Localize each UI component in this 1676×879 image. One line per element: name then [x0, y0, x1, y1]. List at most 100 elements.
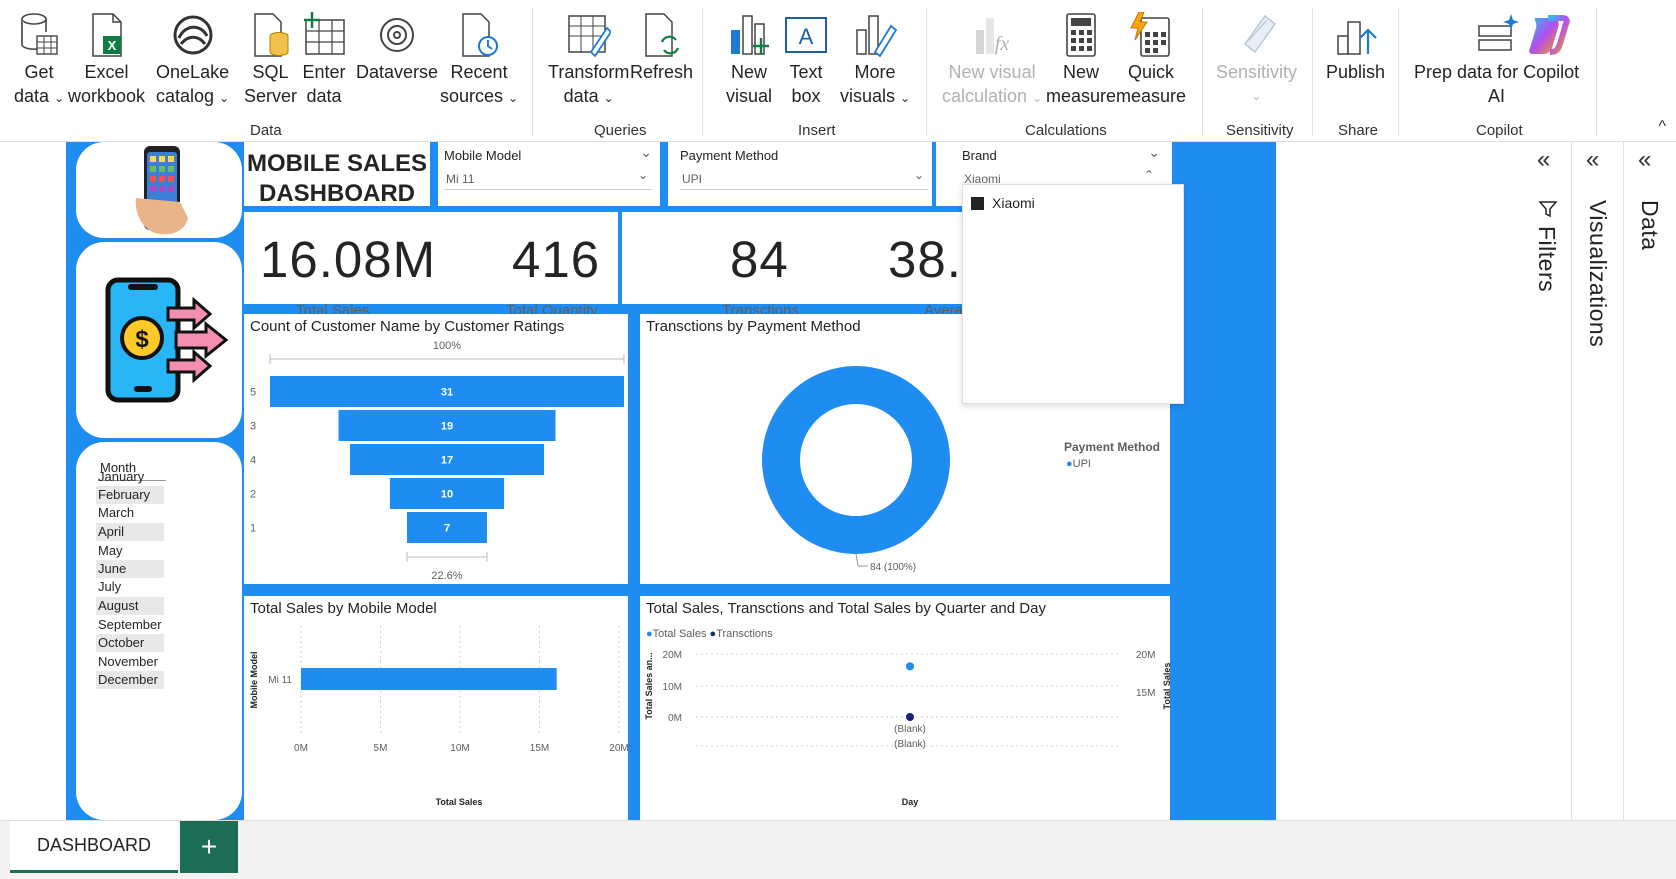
mobile-model-dropdown[interactable]: Mi 11 ⌄ [444, 166, 652, 190]
ribbon-separator [1596, 8, 1597, 136]
sql-label-2: Server [244, 86, 298, 106]
chevron-down-icon[interactable]: ⌄ [1148, 144, 1160, 161]
visual-calc-label-1: New visual [948, 62, 1036, 82]
recent-sources-button[interactable]: Recent sources ⌄ [440, 12, 518, 110]
month-item-december[interactable]: December [96, 671, 164, 689]
dashboard-page: $ Month January February March April May June… [66, 142, 1276, 820]
collapse-ribbon-button[interactable]: ^ [1658, 118, 1666, 136]
scatter-x-category: (Blank) [894, 739, 926, 750]
collapse-chevron-icon[interactable]: « [1586, 146, 1599, 174]
sensitivity-label: Sensitivity [1216, 62, 1298, 82]
checkbox-checked-icon[interactable] [971, 196, 984, 210]
phone-in-hand-image [135, 146, 188, 235]
text-box-button[interactable]: A Text box [784, 12, 828, 108]
excel-label-1: Excel [84, 62, 129, 82]
quick-measure-label-2: measure [1116, 86, 1187, 106]
month-item-may[interactable]: May [96, 542, 164, 560]
get-data-button[interactable]: Get data ⌄ [14, 12, 64, 110]
payment-method-dropdown[interactable]: UPI ⌄ [680, 166, 928, 190]
dataverse-icon [380, 18, 415, 52]
month-item-january[interactable]: January [96, 468, 164, 486]
bar-x-tick: 10M [450, 743, 469, 754]
bar-category-label: Mi 11 [268, 675, 292, 686]
sales-icon-tile: $ [76, 242, 242, 438]
chevron-down-icon: ⌄ [1251, 89, 1262, 103]
month-item-september[interactable]: September [96, 616, 164, 634]
scatter-chart-card[interactable]: Total Sales, Transctions and Total Sales… [640, 596, 1170, 820]
funnel-top-label: 100% [433, 340, 461, 352]
funnel-bottom-label: 22.6% [431, 570, 462, 582]
transform-data-button[interactable]: Transform data ⌄ [548, 12, 629, 110]
visualizations-pane[interactable]: « Visualizations [1571, 142, 1623, 820]
phone-image-tile [76, 142, 242, 238]
month-item-february[interactable]: February [96, 486, 164, 504]
payment-method-value: UPI [682, 172, 703, 186]
scatter-y-axis-label-left: Total Sales an... [644, 652, 654, 719]
donut-legend-item: ●UPI [1066, 458, 1091, 470]
group-label-queries: Queries [594, 122, 647, 139]
donut-leader-line [855, 553, 868, 567]
month-item-march[interactable]: March [96, 504, 164, 522]
scatter-y-axis-label-right: Total Sales [1162, 663, 1170, 710]
transform-data-icon [567, 15, 611, 58]
collapse-chevron-icon[interactable]: « [1638, 146, 1651, 174]
more-visuals-icon [856, 15, 898, 58]
recent-sources-icon [462, 13, 499, 57]
bar-chart-card[interactable]: Total Sales by Mobile Model 0M 5M 10M 15M 20… [244, 596, 628, 820]
collapse-chevron-icon[interactable]: « [1537, 146, 1550, 174]
excel-workbook-button[interactable]: X Excel workbook [68, 12, 145, 108]
chevron-up-icon: ⌃ [1143, 168, 1154, 182]
month-item-october[interactable]: October [96, 634, 164, 652]
month-item-november[interactable]: November [96, 653, 164, 671]
refresh-button[interactable]: Refresh [630, 12, 693, 84]
copilot-button[interactable] [1526, 12, 1570, 60]
brand-option-label: Xiaomi [992, 195, 1035, 211]
payment-method-slicer[interactable]: Payment Method UPI ⌄ [668, 142, 932, 206]
group-label-insert: Insert [798, 122, 836, 139]
funnel-chart-card[interactable]: Count of Customer Name by Customer Ratin… [244, 314, 628, 584]
new-measure-label-1: New [1063, 62, 1100, 82]
bar-chart: 0M 5M 10M 15M 20M Mi 11 Total Sales Mobile Mode… [249, 626, 628, 807]
scatter-y-tick-left: 10M [663, 682, 682, 693]
sql-server-button[interactable]: SQL Server [244, 12, 297, 108]
tab-dashboard[interactable]: DASHBOARD [10, 821, 178, 873]
new-visual-label-1: New [731, 62, 768, 82]
month-item-june[interactable]: June [96, 560, 164, 578]
brand-slicer-title: Brand [962, 148, 997, 163]
add-page-button[interactable]: + [180, 821, 238, 873]
dataverse-button[interactable]: Dataverse [356, 12, 438, 84]
mobile-model-slicer[interactable]: Mobile Model ⌄ Mi 11 ⌄ [438, 142, 660, 206]
visual-calc-label-2: calculation [942, 86, 1028, 106]
more-visuals-button[interactable]: More visuals ⌄ [840, 12, 910, 110]
new-visual-calculation-button[interactable]: fx New visual calculation ⌄ [942, 12, 1042, 110]
filters-pane[interactable]: « Filters [1523, 142, 1571, 820]
kpi-total-quantity-value: 416 [512, 231, 601, 288]
month-item-august[interactable]: August [96, 597, 164, 615]
mobile-model-value: Mi 11 [446, 172, 475, 186]
data-pane[interactable]: « Data [1623, 142, 1676, 820]
bar-x-axis-label: Total Sales [436, 797, 483, 807]
svg-text:$: $ [135, 326, 149, 353]
new-visual-button[interactable]: New visual [726, 12, 772, 108]
brand-dropdown-popup: Xiaomi [962, 184, 1184, 404]
funnel-bar-label: 31 [441, 387, 453, 399]
month-item-april[interactable]: April [96, 523, 164, 541]
filters-pane-label: Filters [1534, 226, 1560, 293]
quick-measure-button[interactable]: Quick measure [1116, 12, 1186, 108]
onelake-catalog-button[interactable]: OneLake catalog ⌄ [156, 12, 229, 110]
page-tab-bar: DASHBOARD + [0, 820, 1676, 879]
chevron-down-icon: ⌄ [603, 91, 614, 105]
transform-label-1: Transform [548, 62, 630, 82]
group-label-copilot: Copilot [1476, 122, 1523, 139]
group-label-data: Data [250, 122, 282, 139]
new-measure-button[interactable]: New measure [1046, 12, 1116, 108]
brand-option-xiaomi[interactable]: Xiaomi [971, 195, 1035, 211]
enter-data-button[interactable]: Enter data [302, 12, 346, 108]
publish-button[interactable]: Publish [1326, 12, 1385, 84]
table-add-icon [304, 12, 345, 55]
sensitivity-button[interactable]: Sensitivity ⌄ [1216, 12, 1297, 108]
new-visual-label-2: visual [726, 86, 773, 106]
month-item-july[interactable]: July [96, 578, 164, 596]
chevron-down-icon[interactable]: ⌄ [640, 144, 652, 161]
funnel-category-label: 1 [250, 523, 256, 535]
